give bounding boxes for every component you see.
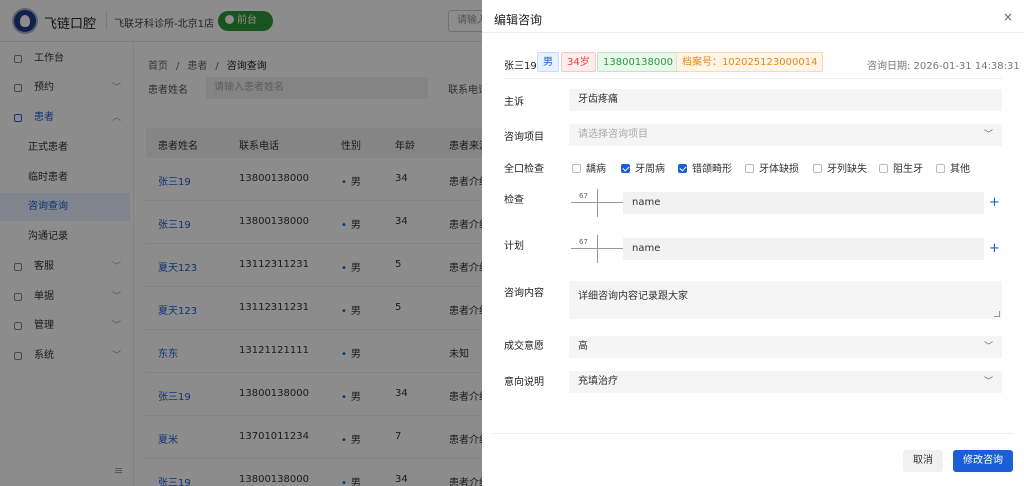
checkbox <box>813 164 822 173</box>
checkbox <box>879 164 888 173</box>
intent-note-value: 充填治疗 <box>578 376 618 387</box>
check-caries[interactable]: 龋病 <box>572 160 606 175</box>
exam-input[interactable]: name <box>623 192 984 214</box>
drawer-title: 编辑咨询 <box>494 13 543 27</box>
checkbox-label: 牙列缺失 <box>827 164 867 175</box>
project-label: 咨询项目 <box>504 132 544 143</box>
check-tooth-defect[interactable]: 牙体缺损 <box>745 160 799 175</box>
resize-handle-icon[interactable] <box>994 311 1000 317</box>
checkbox-label: 龋病 <box>586 164 606 175</box>
plan-tooth-chart[interactable]: 67 <box>571 235 623 275</box>
cancel-button[interactable]: 取消 <box>903 450 943 472</box>
tooth-number: 67 <box>579 192 588 200</box>
add-exam-icon[interactable]: + <box>989 195 1000 210</box>
checkbox-label: 错颌畸形 <box>692 164 732 175</box>
checkbox-label: 牙体缺损 <box>759 164 799 175</box>
content-text: 详细咨询内容记录跟大家 <box>578 291 688 302</box>
checkbox-checked <box>678 164 687 173</box>
checkbox-label: 牙周病 <box>635 164 665 175</box>
complaint-input[interactable]: 牙齿疼痛 <box>569 89 1002 111</box>
chevron-down-icon: ﹀ <box>983 377 993 387</box>
chevron-down-icon: ﹀ <box>983 130 993 140</box>
check-impacted-tooth[interactable]: 阻生牙 <box>879 160 923 175</box>
intent-label: 成交意愿 <box>504 341 544 352</box>
checkbox-label: 其他 <box>950 164 970 175</box>
plan-label: 计划 <box>504 241 524 252</box>
plan-input[interactable]: name <box>623 238 984 260</box>
project-select[interactable]: 请选择咨询项目 ﹀ <box>569 124 1002 146</box>
patient-name: 张三19 <box>504 61 537 72</box>
submit-button[interactable]: 修改咨询 <box>953 450 1013 472</box>
chevron-down-icon: ﹀ <box>983 342 993 352</box>
exam-all-label: 全口检查 <box>504 164 544 175</box>
project-select-placeholder: 请选择咨询项目 <box>578 129 648 140</box>
close-icon[interactable]: × <box>1003 10 1013 24</box>
checkbox-label: 阻生牙 <box>893 164 923 175</box>
complaint-label: 主诉 <box>504 97 524 108</box>
content-textarea[interactable]: 详细咨询内容记录跟大家 <box>569 281 1002 319</box>
exam-tooth-chart[interactable]: 67 <box>571 189 623 229</box>
checkbox <box>936 164 945 173</box>
add-plan-icon[interactable]: + <box>989 241 1000 256</box>
tooth-number: 67 <box>579 238 588 246</box>
check-malocclusion[interactable]: 错颌畸形 <box>678 160 732 175</box>
tooth-chart-vline <box>597 235 598 263</box>
patient-phone-tag: 13800138000 <box>597 52 679 72</box>
check-other[interactable]: 其他 <box>936 160 970 175</box>
footer-divider <box>492 433 1014 434</box>
edit-consult-drawer: 编辑咨询 × 张三19 男 34岁 13800138000 档案号：102025… <box>482 0 1024 486</box>
drawer-divider <box>482 32 1024 33</box>
patient-file-tag: 档案号：102025123000014 <box>676 52 824 72</box>
info-divider <box>504 78 1002 79</box>
check-dentition-loss[interactable]: 牙列缺失 <box>813 160 867 175</box>
tooth-chart-vline <box>597 189 598 217</box>
exam-label: 检查 <box>504 195 524 206</box>
intent-value: 高 <box>578 341 588 352</box>
patient-age-tag: 34岁 <box>561 52 596 72</box>
intent-note-select[interactable]: 充填治疗 ﹀ <box>569 371 1002 393</box>
checkbox-checked <box>621 164 630 173</box>
checkbox <box>572 164 581 173</box>
consult-date: 咨询日期: 2026-01-31 14:38:31 <box>867 61 1020 72</box>
check-periodontal[interactable]: 牙周病 <box>621 160 665 175</box>
checkbox <box>745 164 754 173</box>
intent-note-label: 意向说明 <box>504 377 544 388</box>
intent-select[interactable]: 高 ﹀ <box>569 336 1002 358</box>
patient-sex-tag: 男 <box>537 52 559 72</box>
content-label: 咨询内容 <box>504 288 544 299</box>
